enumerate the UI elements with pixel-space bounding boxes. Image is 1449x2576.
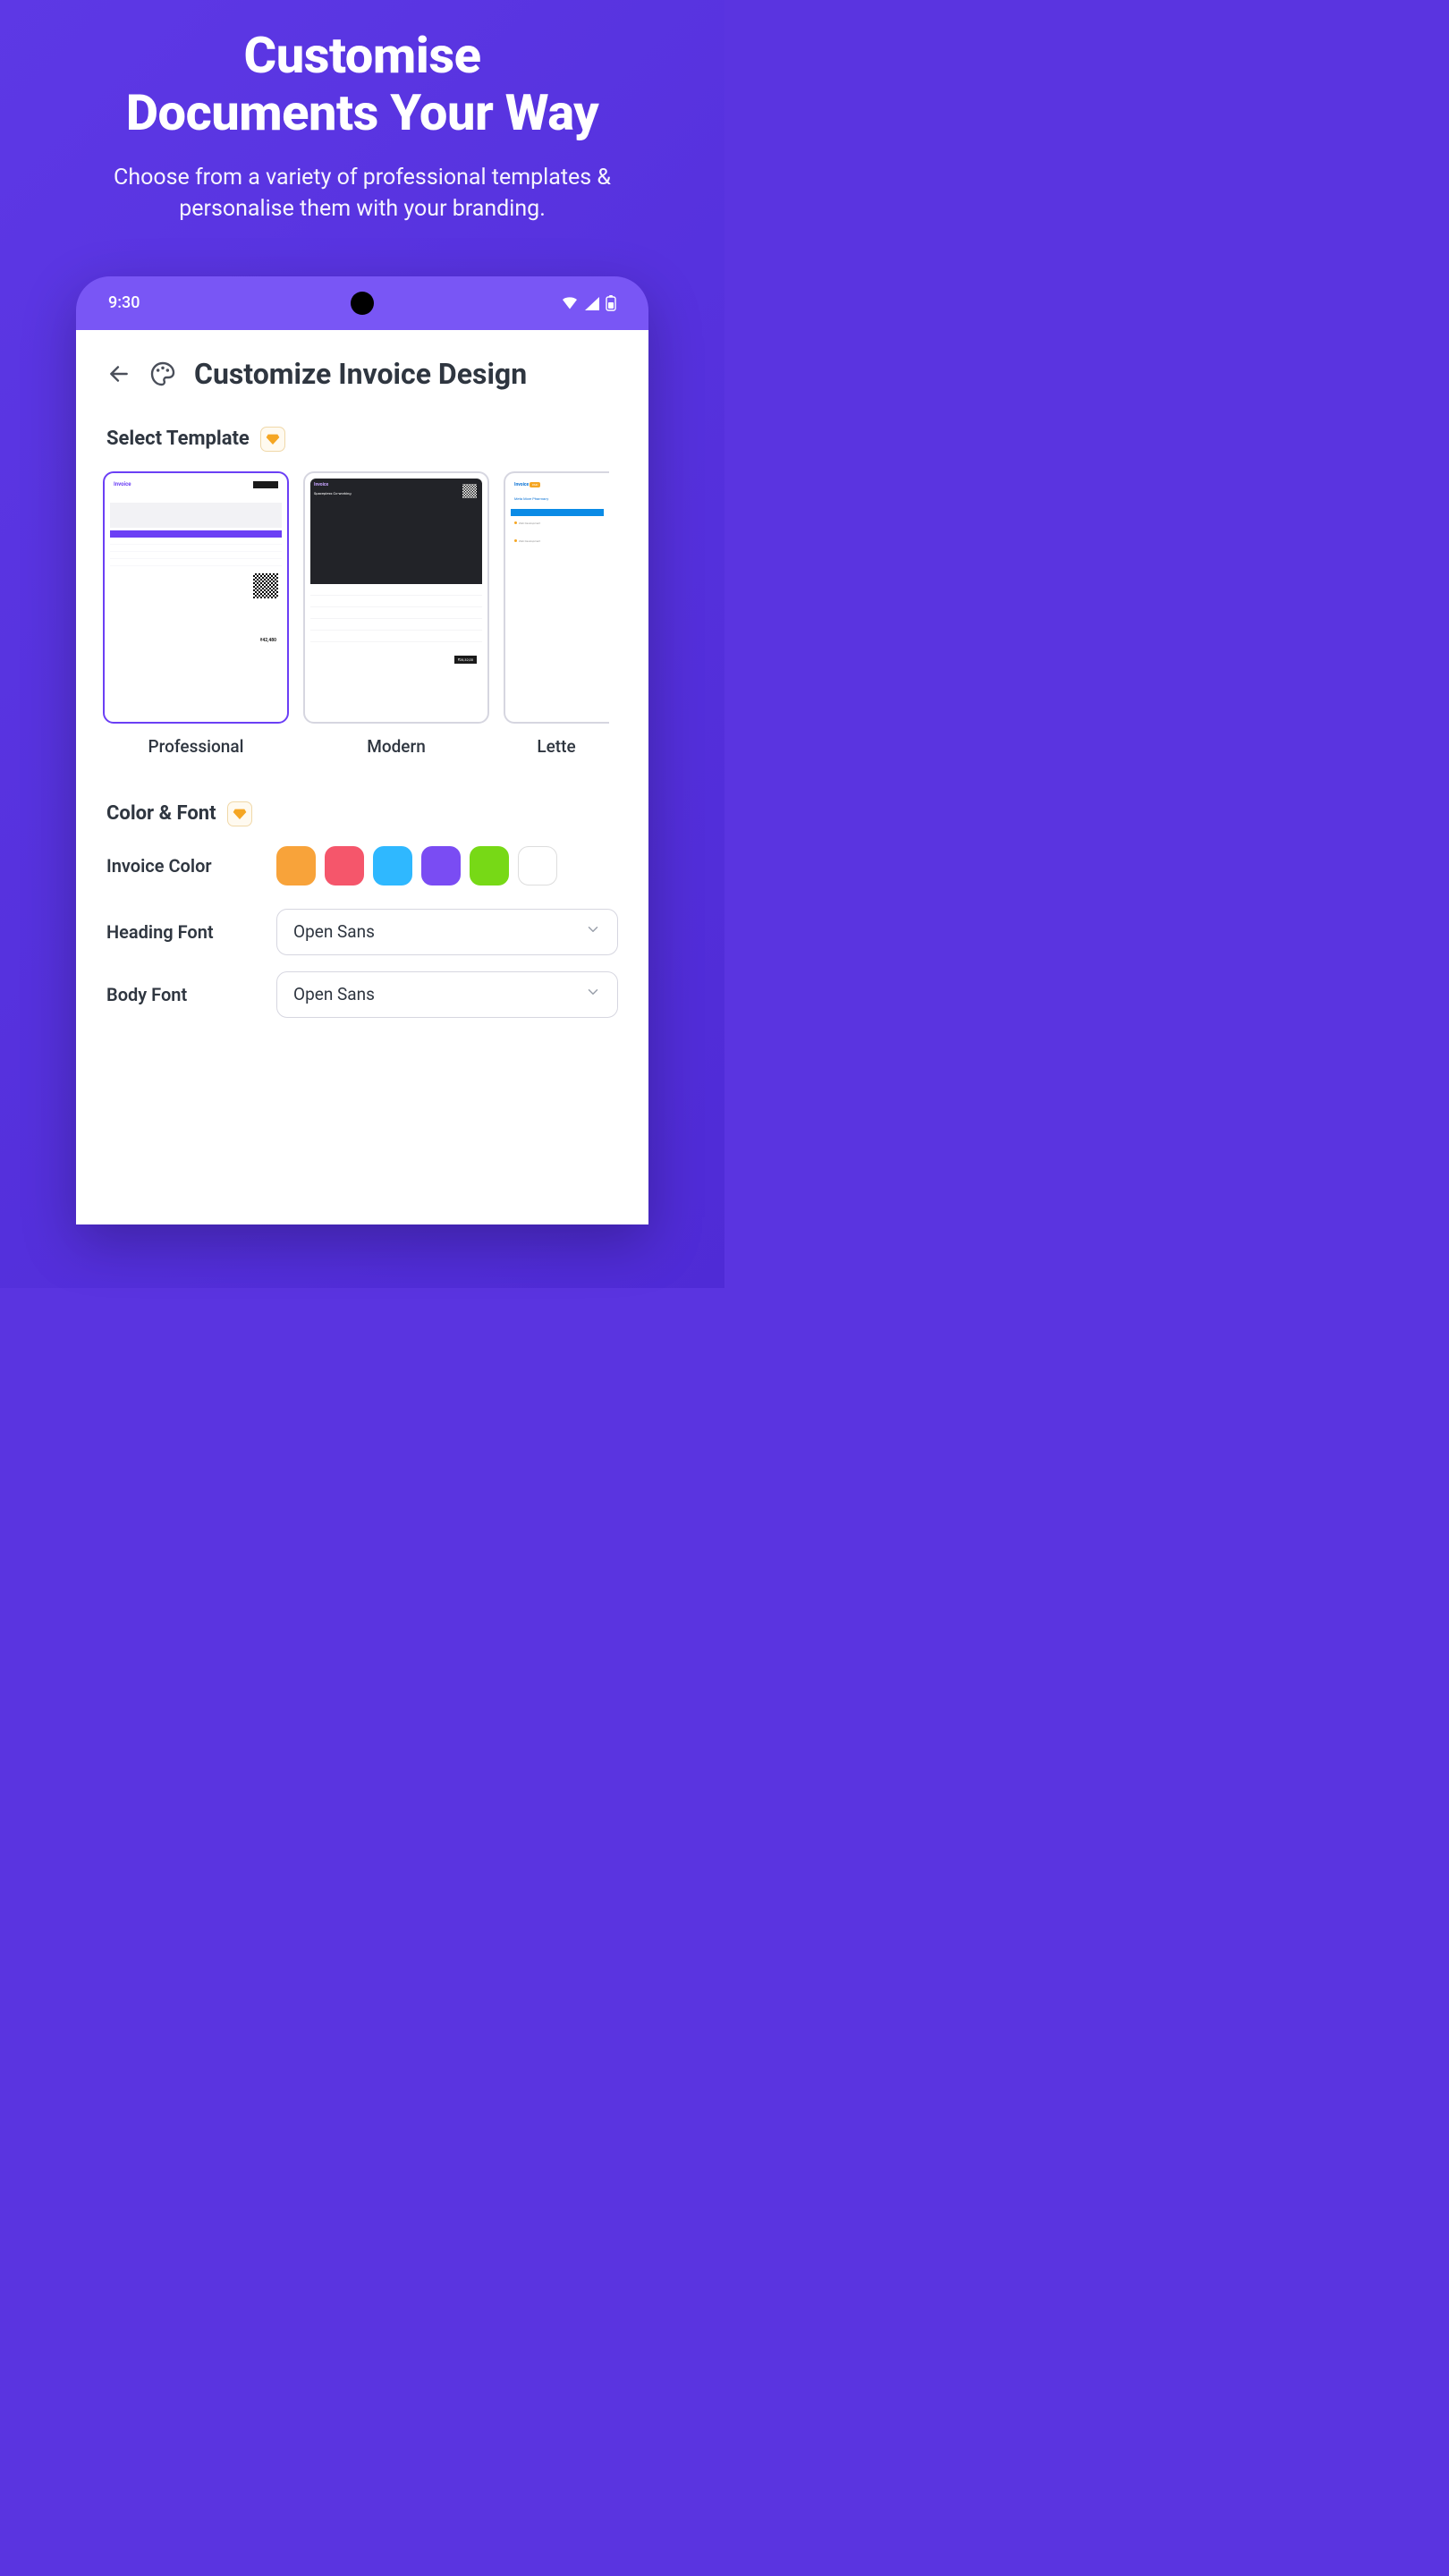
palette-icon xyxy=(148,359,178,389)
heading-font-select[interactable]: Open Sans xyxy=(276,909,618,955)
hero-subtitle: Choose from a variety of professional te… xyxy=(76,162,648,225)
body-font-label: Body Font xyxy=(106,984,258,1005)
color-swatch-blue[interactable] xyxy=(373,846,412,886)
page-title: Customize Invoice Design xyxy=(194,357,527,391)
heading-font-label: Heading Font xyxy=(106,921,258,943)
template-modern[interactable]: Invoice Spacepless Co-working ₹28,32,00 … xyxy=(303,471,489,757)
select-template-heading: Select Template xyxy=(106,428,250,450)
camera-notch xyxy=(351,292,374,315)
template-list: Invoice ₹42,480 xyxy=(103,471,618,757)
color-picker-button[interactable] xyxy=(518,846,557,886)
invoice-color-label: Invoice Color xyxy=(106,855,258,877)
chevron-down-icon xyxy=(585,921,601,942)
color-font-heading: Color & Font xyxy=(106,802,216,825)
signal-icon xyxy=(584,296,600,310)
template-letter[interactable]: Invoice PAID Meta More Pharmacy Web Deve… xyxy=(504,471,609,757)
chevron-down-icon xyxy=(585,984,601,1004)
template-label: Modern xyxy=(367,736,426,757)
statusbar-time: 9:30 xyxy=(108,293,140,312)
battery-icon xyxy=(606,295,616,311)
color-swatch-red[interactable] xyxy=(325,846,364,886)
back-button[interactable] xyxy=(106,361,131,386)
color-swatch-purple[interactable] xyxy=(421,846,461,886)
color-swatches xyxy=(276,846,557,886)
hero-title: Customise Documents Your Way xyxy=(126,27,599,142)
phone-frame: 9:30 Cus xyxy=(76,276,648,1224)
premium-badge xyxy=(227,801,252,826)
color-swatch-green[interactable] xyxy=(470,846,509,886)
color-swatch-orange[interactable] xyxy=(276,846,316,886)
template-professional[interactable]: Invoice ₹42,480 xyxy=(103,471,289,757)
body-font-select[interactable]: Open Sans xyxy=(276,971,618,1018)
template-label: Lette xyxy=(537,736,575,757)
premium-badge xyxy=(260,427,285,452)
template-label: Professional xyxy=(148,736,244,757)
wifi-icon xyxy=(561,296,579,310)
statusbar: 9:30 xyxy=(76,276,648,330)
